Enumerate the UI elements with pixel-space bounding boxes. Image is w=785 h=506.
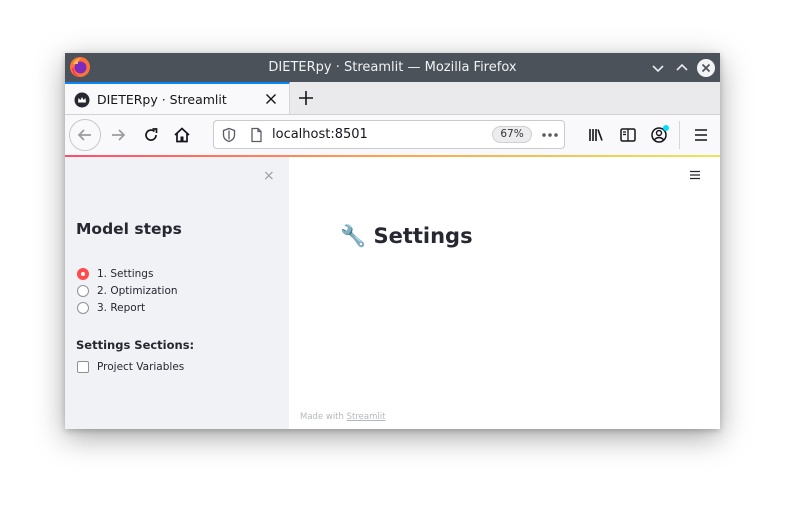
reload-icon[interactable]	[141, 125, 161, 145]
tracking-shield-icon[interactable]	[221, 127, 237, 143]
maximize-chevron-icon[interactable]	[672, 58, 692, 78]
page-actions-menu-icon[interactable]	[540, 127, 560, 143]
minimize-chevron-icon[interactable]	[648, 58, 668, 78]
streamlit-sidebar: × Model steps 1. Settings 2. Optimizatio…	[65, 157, 289, 429]
browser-window: DIETERpy · Streamlit — Mozilla Firefox D…	[65, 53, 720, 429]
window-titlebar: DIETERpy · Streamlit — Mozilla Firefox	[65, 53, 720, 82]
tab-dieterpy[interactable]: DIETERpy · Streamlit	[65, 82, 290, 114]
url-text[interactable]: localhost:8501	[272, 127, 368, 142]
close-tab-icon[interactable]	[263, 91, 279, 107]
sidebar-close-button[interactable]: ×	[263, 168, 275, 184]
forward-arrow-icon[interactable]	[108, 125, 128, 145]
app-menu-icon[interactable]	[691, 125, 711, 145]
tab-strip: DIETERpy · Streamlit	[65, 82, 720, 115]
footer-text: Made with	[300, 412, 344, 422]
library-icon[interactable]	[586, 125, 606, 145]
sidebar-title: Model steps	[76, 220, 182, 238]
back-arrow-icon	[77, 129, 91, 141]
page-title-text: Settings	[373, 224, 473, 248]
zoom-level-badge[interactable]: 67%	[492, 126, 532, 143]
checkbox-label: Project Variables	[97, 361, 185, 373]
sidebar-toggle-icon[interactable]	[618, 125, 638, 145]
checkbox-box[interactable]	[77, 361, 89, 373]
account-icon[interactable]	[650, 124, 670, 144]
close-window-icon[interactable]	[696, 58, 716, 78]
new-tab-plus-icon[interactable]	[297, 89, 315, 107]
radio-button[interactable]	[77, 285, 89, 297]
radio-label: 2. Optimization	[97, 285, 178, 297]
navigation-toolbar: localhost:8501 67%	[65, 115, 720, 155]
footer: Made with Streamlit	[300, 412, 385, 422]
radio-button-selected[interactable]	[77, 268, 89, 280]
page-info-icon[interactable]	[248, 127, 264, 143]
page-title: 🔧 Settings	[340, 224, 473, 249]
streamlit-crown-icon	[74, 92, 90, 108]
url-bar[interactable]: localhost:8501 67%	[213, 120, 565, 149]
back-button[interactable]	[69, 119, 101, 151]
toolbar-separator	[679, 121, 680, 149]
streamlit-main: 🔧 Settings Made with Streamlit	[289, 157, 720, 429]
radio-label: 3. Report	[97, 302, 146, 314]
footer-streamlit-link[interactable]: Streamlit	[347, 412, 386, 422]
window-title: DIETERpy · Streamlit — Mozilla Firefox	[268, 60, 517, 75]
streamlit-menu-icon[interactable]	[689, 170, 701, 180]
tab-label: DIETERpy · Streamlit	[97, 92, 227, 107]
wrench-icon: 🔧	[340, 224, 367, 248]
settings-sections-heading: Settings Sections:	[76, 338, 195, 352]
home-icon[interactable]	[172, 125, 192, 145]
radio-label: 1. Settings	[97, 268, 154, 280]
radio-button[interactable]	[77, 302, 89, 314]
